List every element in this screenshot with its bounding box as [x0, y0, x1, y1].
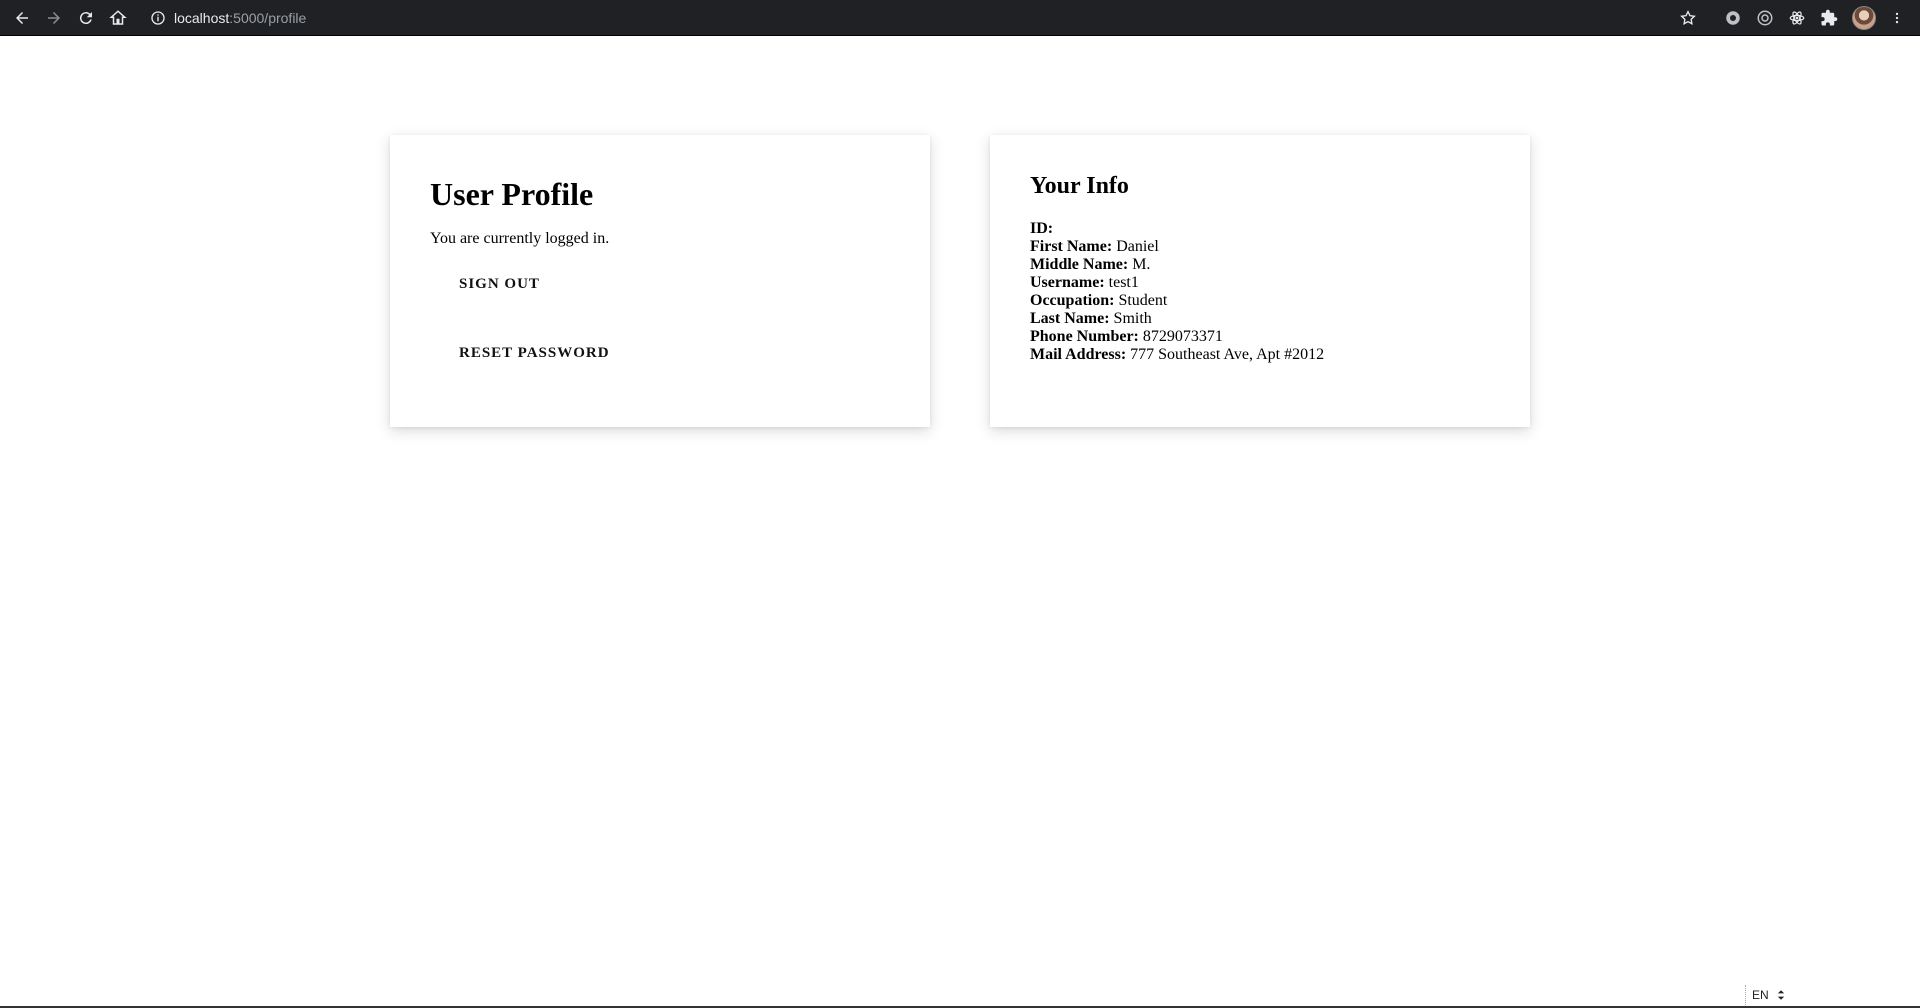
extensions-puzzle-icon[interactable]: [1820, 9, 1838, 27]
extension-atom-icon[interactable]: [1788, 9, 1806, 27]
info-list: ID: First Name: Daniel Middle Name: M. U…: [1030, 220, 1490, 364]
field-value: M.: [1132, 256, 1151, 273]
info-row-id: ID:: [1030, 220, 1490, 238]
field-value: test1: [1108, 274, 1139, 291]
url-text[interactable]: localhost:5000/profile: [174, 10, 306, 26]
home-button[interactable]: [102, 2, 134, 34]
star-icon[interactable]: [1679, 9, 1697, 27]
reload-button[interactable]: [70, 2, 102, 34]
back-icon: [16, 11, 28, 24]
profile-avatar[interactable]: [1852, 6, 1876, 30]
login-status-text: You are currently logged in.: [430, 230, 610, 248]
info-icon[interactable]: [150, 10, 166, 26]
field-label: Phone Number:: [1030, 328, 1139, 345]
field-value: 777 Southeast Ave, Apt #2012: [1130, 346, 1325, 363]
browser-toolbar: localhost:5000/profile: [0, 0, 1920, 36]
user-profile-card: User Profile You are currently logged in…: [390, 135, 930, 427]
field-value: 8729073371: [1142, 328, 1223, 345]
field-label: ID:: [1030, 220, 1054, 237]
field-label: First Name:: [1030, 238, 1113, 255]
field-value: Student: [1118, 292, 1168, 309]
extension-circle-icon[interactable]: [1724, 9, 1742, 27]
forward-button[interactable]: [38, 2, 70, 34]
reload-icon: [79, 11, 92, 24]
reset-password-button[interactable]: RESET PASSWORD: [459, 345, 610, 362]
field-label: Middle Name:: [1030, 256, 1129, 273]
field-label: Occupation:: [1030, 292, 1115, 309]
info-row-middle-name: Middle Name: M.: [1030, 256, 1490, 274]
info-row-first-name: First Name: Daniel: [1030, 238, 1490, 256]
url-path: :5000/profile: [229, 10, 307, 26]
field-value: Smith: [1113, 310, 1152, 327]
your-info-card: Your Info ID: First Name: Daniel Middle …: [990, 135, 1530, 427]
info-row-phone-number: Phone Number: 8729073371: [1030, 328, 1490, 346]
field-value: Daniel: [1116, 238, 1159, 255]
menu-dots-icon[interactable]: [1890, 9, 1904, 27]
sign-out-button[interactable]: SIGN OUT: [459, 276, 540, 293]
language-label: EN: [1752, 988, 1769, 1002]
field-label: Mail Address:: [1030, 346, 1127, 363]
info-row-mail-address: Mail Address: 777 Southeast Ave, Apt #20…: [1030, 346, 1490, 364]
info-row-username: Username: test1: [1030, 274, 1490, 292]
field-label: Last Name:: [1030, 310, 1110, 327]
info-row-occupation: Occupation: Student: [1030, 292, 1490, 310]
url-host: localhost: [174, 10, 230, 26]
extension-target-icon[interactable]: [1756, 9, 1774, 27]
language-selector[interactable]: EN: [1745, 985, 1785, 1005]
home-icon: [109, 9, 127, 25]
back-button[interactable]: [6, 2, 38, 34]
field-label: Username:: [1030, 274, 1105, 291]
extensions-area: [1724, 0, 1904, 36]
forward-icon: [48, 11, 60, 24]
address-bar[interactable]: localhost:5000/profile: [140, 4, 1705, 32]
info-title: Your Info: [1030, 173, 1129, 199]
info-row-last-name: Last Name: Smith: [1030, 310, 1490, 328]
up-down-arrows-icon: [1777, 990, 1784, 1000]
page-title: User Profile: [430, 176, 594, 212]
